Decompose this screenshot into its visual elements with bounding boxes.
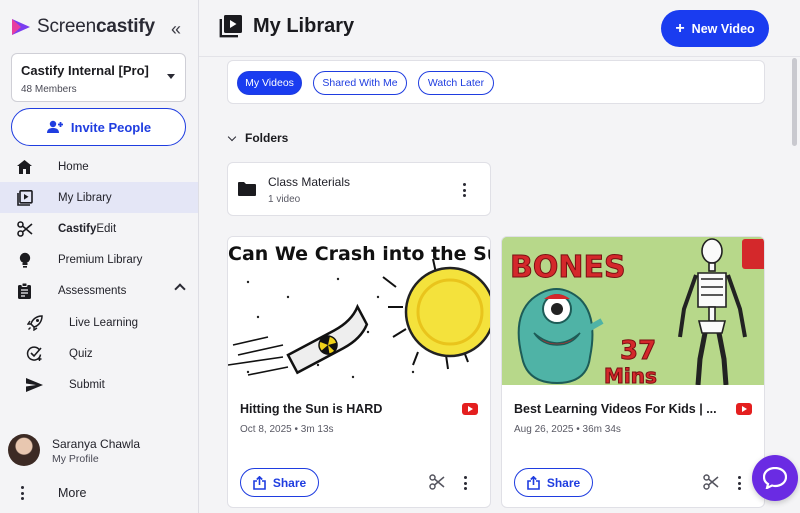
share-label: Share [546, 475, 581, 490]
youtube-icon [462, 403, 478, 415]
share-button[interactable]: Share [240, 468, 319, 497]
sidebar-item-home[interactable]: Home [0, 151, 198, 182]
folder-icon [238, 182, 256, 196]
video-thumbnail[interactable]: BONES 37 Mins [502, 237, 764, 385]
profile-menu[interactable]: Saranya Chawla My Profile [8, 434, 193, 468]
app-window: Screencastify « Castify Internal [Pro] 4… [0, 0, 800, 513]
add-user-icon [46, 120, 63, 133]
filter-my-videos[interactable]: My Videos [237, 71, 302, 95]
share-icon [253, 475, 266, 490]
video-meta: Oct 8, 2025 • 3m 13s [240, 424, 334, 435]
thumbnail-caption-2: 37 [620, 336, 656, 366]
sidebar-item-label: Home [58, 160, 89, 173]
sidebar-item-label: Assessments [58, 284, 127, 297]
more-vertical-icon[interactable] [738, 476, 742, 493]
lightbulb-icon [16, 251, 33, 268]
chat-support-button[interactable] [752, 455, 798, 501]
video-thumbnail[interactable]: Can We Crash into the Sun? [228, 237, 490, 385]
video-card[interactable]: Can We Crash into the Sun? [227, 236, 491, 508]
sidebar-item-label: My Library [58, 191, 112, 204]
my-profile-link[interactable]: My Profile [52, 453, 99, 465]
sidebar-item-castifyedit[interactable]: CastifyEdit [0, 213, 198, 244]
more-menu[interactable]: More [0, 482, 198, 506]
invite-people-button[interactable]: Invite People [11, 108, 186, 146]
sun-rocket-illustration: Can We Crash into the Sun? [228, 243, 490, 379]
rocket-icon [26, 314, 43, 331]
thumbnail-caption-3: Mins [604, 364, 657, 385]
sidebar-item-label: Premium Library [58, 253, 143, 266]
scissors-icon [16, 220, 33, 237]
logo-text: Screencastify [37, 16, 155, 37]
share-label: Share [272, 475, 307, 490]
sidebar-item-submit[interactable]: Submit [0, 369, 198, 400]
sidebar-item-my-library[interactable]: My Library [0, 182, 198, 213]
page-title: My Library [253, 14, 355, 37]
scrollbar[interactable] [792, 58, 797, 146]
team-member-count: 48 Members [21, 84, 77, 95]
library-icon [16, 189, 33, 206]
chevron-down-icon [227, 132, 237, 141]
clipboard-icon [16, 282, 33, 299]
main-content: My Library + New Video My Videos Shared … [199, 0, 800, 513]
avatar [8, 434, 40, 466]
team-name: Castify Internal [Pro] [21, 63, 149, 78]
folders-heading: Folders [245, 131, 289, 145]
caret-down-icon [167, 74, 175, 79]
quiz-check-icon [26, 345, 43, 362]
logo-mark-icon [12, 19, 30, 35]
folder-name: Class Materials [268, 175, 351, 189]
screencastify-logo[interactable]: Screencastify [10, 16, 155, 38]
sidebar-item-assessments[interactable]: Assessments [0, 275, 198, 306]
thumbnail-caption: Can We Crash into the Sun? [228, 243, 490, 265]
sidebar-item-quiz[interactable]: Quiz [0, 338, 198, 369]
send-icon [26, 376, 43, 393]
video-meta: Aug 26, 2025 • 36m 34s [514, 424, 621, 435]
sidebar-item-label: Submit [69, 378, 105, 391]
plus-icon: + [675, 19, 685, 37]
sidebar: Screencastify « Castify Internal [Pro] 4… [0, 0, 199, 513]
filter-shared-with-me[interactable]: Shared With Me [313, 71, 407, 95]
collapse-sidebar-icon[interactable]: « [166, 20, 186, 40]
new-video-label: New Video [691, 21, 755, 36]
home-icon [16, 158, 33, 175]
thumbnail-caption: BONES [510, 250, 626, 285]
video-title[interactable]: Hitting the Sun is HARD [240, 402, 450, 416]
new-video-button[interactable]: + New Video [661, 10, 769, 47]
filter-watch-later[interactable]: Watch Later [418, 71, 494, 95]
youtube-icon [736, 403, 752, 415]
page-header: My Library [219, 14, 354, 38]
video-card[interactable]: BONES 37 Mins Best Learning Videos For K… [501, 236, 765, 508]
video-title[interactable]: Best Learning Videos For Kids | ... [514, 402, 724, 416]
share-button[interactable]: Share [514, 468, 593, 497]
sidebar-item-label: Quiz [69, 347, 93, 360]
sidebar-item-live-learning[interactable]: Live Learning [0, 307, 198, 338]
chat-bubble-icon [763, 467, 787, 489]
share-icon [527, 475, 540, 490]
bones-skeleton-illustration: BONES 37 Mins [502, 237, 764, 385]
sidebar-item-label: CastifyEdit [58, 222, 117, 235]
library-icon [219, 15, 242, 38]
invite-people-label: Invite People [70, 119, 152, 135]
more-label: More [58, 486, 87, 500]
folder-card[interactable]: Class Materials 1 video [227, 162, 491, 216]
more-vertical-icon[interactable] [463, 183, 467, 200]
folders-toggle[interactable]: Folders [227, 131, 289, 145]
header-divider [199, 56, 800, 57]
filter-bar: My Videos Shared With Me Watch Later [227, 60, 765, 104]
edit-scissors-icon[interactable] [429, 474, 445, 490]
chevron-up-icon[interactable] [174, 283, 186, 295]
edit-scissors-icon[interactable] [703, 474, 719, 490]
sidebar-item-label: Live Learning [69, 316, 139, 329]
profile-name: Saranya Chawla [52, 437, 141, 451]
folder-video-count: 1 video [268, 194, 301, 205]
more-vertical-icon[interactable] [464, 476, 468, 493]
sidebar-item-premium-library[interactable]: Premium Library [0, 244, 198, 275]
team-selector[interactable]: Castify Internal [Pro] 48 Members [11, 53, 186, 102]
more-vertical-icon [21, 486, 25, 503]
